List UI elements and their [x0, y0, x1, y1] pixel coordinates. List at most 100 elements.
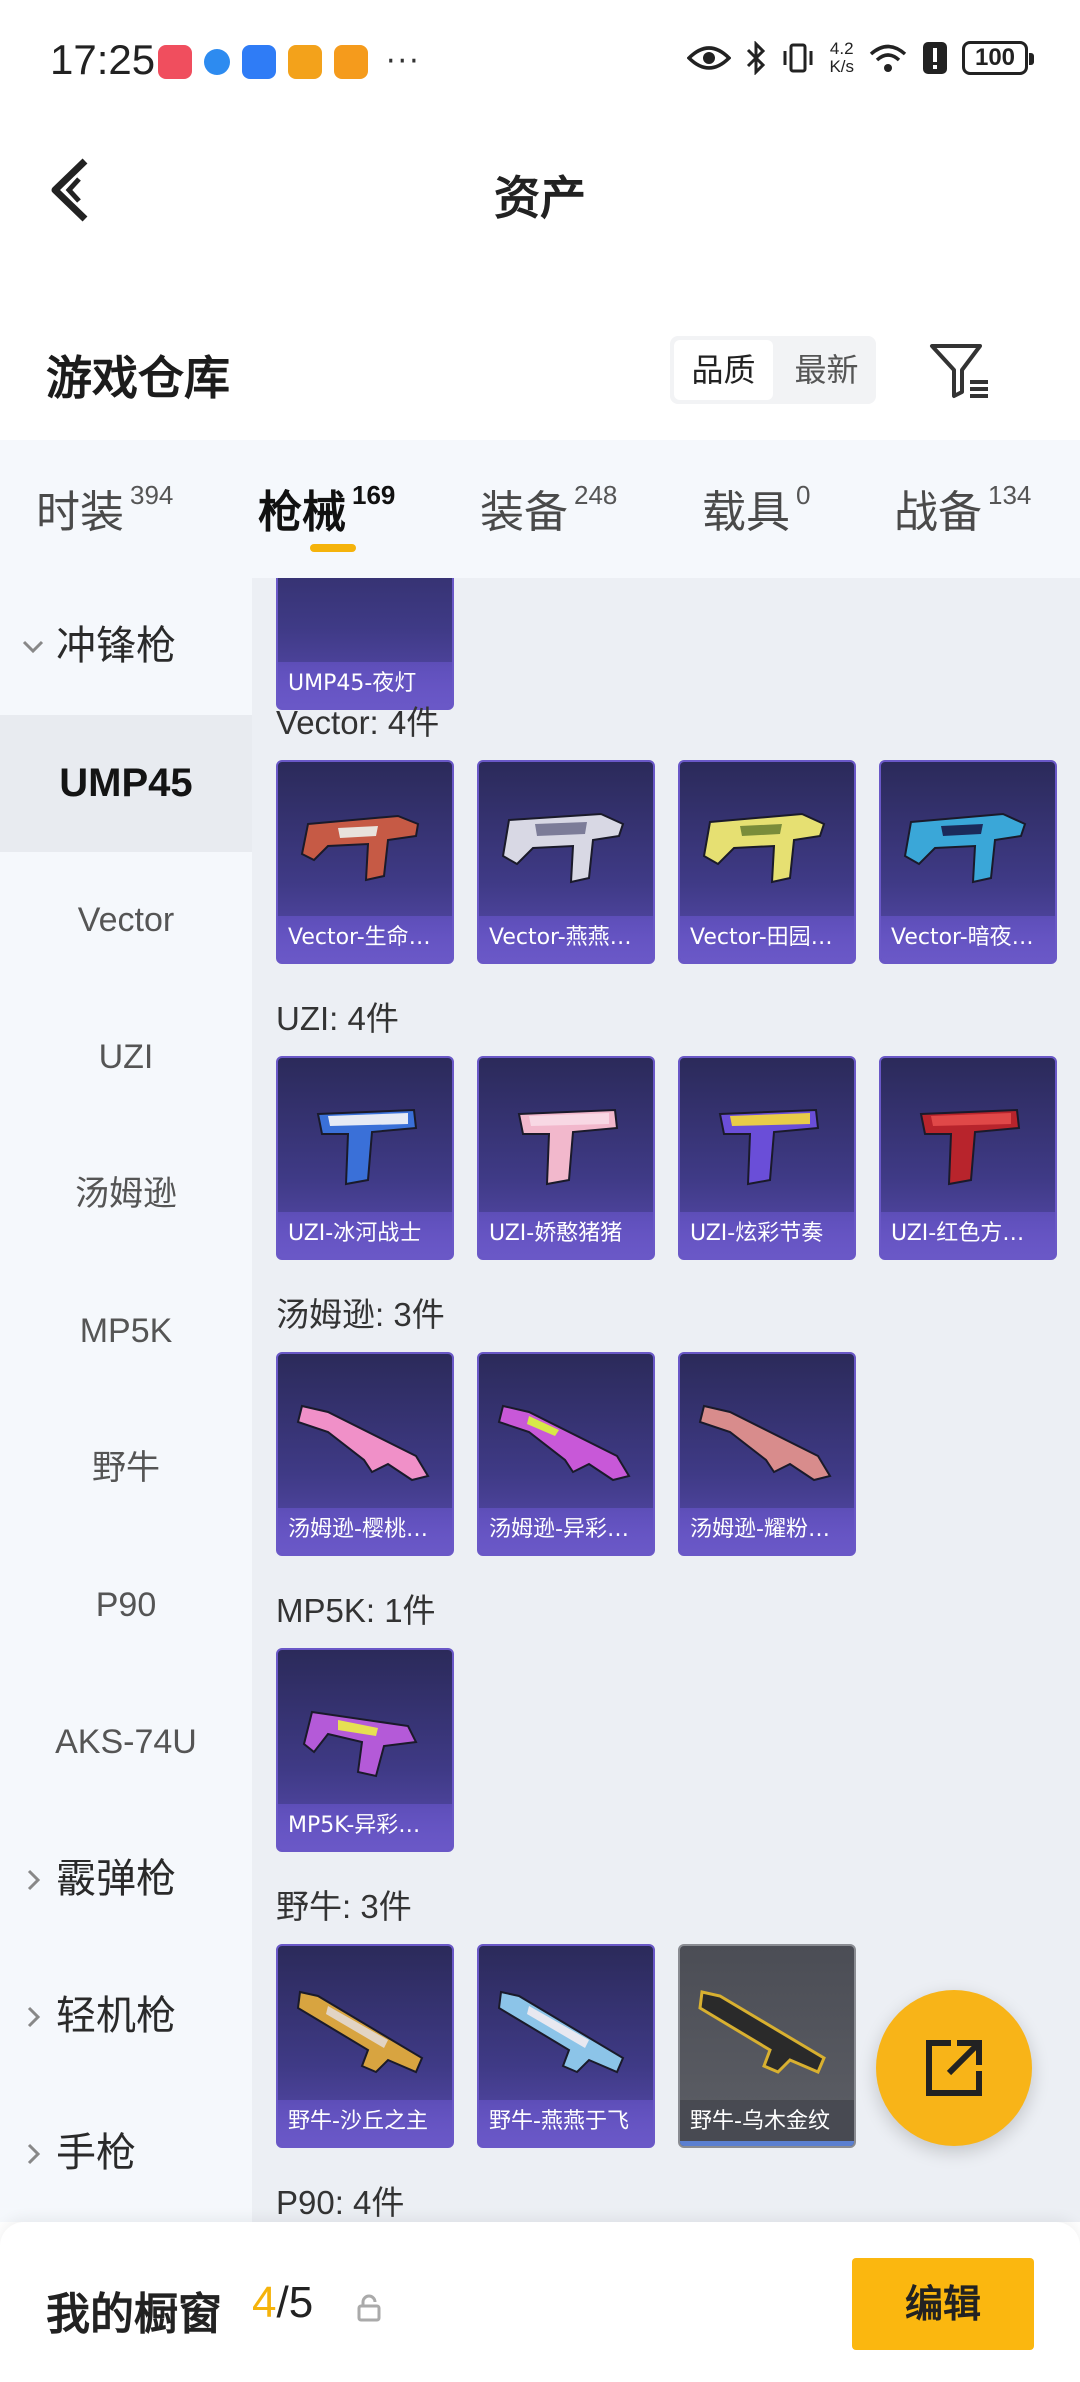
skin-card-uzi[interactable]: UZI-炫彩节奏: [678, 1056, 856, 1260]
sort-toggle: 品质 最新: [670, 336, 876, 404]
sidebar-group-label: 轻机枪: [56, 1993, 176, 2039]
sort-newest-button[interactable]: 最新: [777, 336, 876, 404]
sort-quality-button[interactable]: 品质: [674, 340, 773, 400]
sidebar-item-bison[interactable]: 野牛: [0, 1400, 252, 1537]
skin-name: 汤姆逊-异彩…: [479, 1508, 653, 1554]
sidebar-item-aks74u[interactable]: AKS-74U: [0, 1674, 252, 1811]
chevron-right-icon: [20, 1811, 46, 1954]
weapon-image: [316, 1108, 418, 1186]
tab-vehicles[interactable]: 载具 0: [702, 476, 810, 540]
filter-button[interactable]: [926, 338, 992, 404]
sidebar-group-label: 霰弹枪: [56, 1856, 176, 1902]
sidebar-group-lmg[interactable]: 轻机枪: [0, 1948, 252, 2085]
skin-card-bison[interactable]: 野牛-乌木金纹: [678, 1944, 856, 2148]
showcase-title: 我的橱窗: [46, 2289, 222, 2340]
showcase-count-total: /5: [276, 2278, 314, 2327]
filter-icon: [930, 344, 988, 398]
tab-equipment[interactable]: 装备 248: [480, 476, 617, 540]
weapon-image: [497, 1404, 631, 1482]
tab-count: 169: [352, 480, 396, 510]
weapon-image: [296, 1404, 430, 1482]
share-button[interactable]: [876, 1990, 1032, 2146]
skin-name: UZI-红色方…: [881, 1212, 1055, 1258]
skin-name: 汤姆逊-耀粉…: [680, 1508, 854, 1554]
skin-name: Vector-田园…: [680, 916, 854, 962]
skin-card-mp5k[interactable]: MP5K-异彩…: [276, 1648, 454, 1852]
sidebar-item-thompson[interactable]: 汤姆逊: [0, 1126, 252, 1263]
skin-card-bison[interactable]: 野牛-燕燕于飞: [477, 1944, 655, 2148]
weapon-image: [497, 1990, 625, 2074]
sidebar-item-vector[interactable]: Vector: [0, 852, 252, 989]
showcase-bar: 我的橱窗 4/5 编辑: [0, 2222, 1080, 2382]
tab-count: 394: [130, 480, 174, 510]
showcase-count-current: 4: [252, 2278, 277, 2327]
skin-card-thompson[interactable]: 汤姆逊-耀粉…: [678, 1352, 856, 1556]
weapon-type-sidebar: 冲锋枪 UMP45 Vector UZI 汤姆逊 MP5K 野牛 P90 AKS…: [0, 578, 252, 2222]
skin-name: 汤姆逊-樱桃…: [278, 1508, 452, 1554]
alert-icon: [923, 42, 947, 74]
sidebar-item-p90[interactable]: P90: [0, 1537, 252, 1674]
notification-icons: ···: [158, 44, 421, 79]
skin-card-vector[interactable]: Vector-生命…: [276, 760, 454, 964]
nav-bar: 资产: [0, 120, 1080, 260]
skin-name: UZI-炫彩节奏: [680, 1212, 854, 1258]
skin-card-uzi[interactable]: UZI-娇憨猪猪: [477, 1056, 655, 1260]
skin-card-thompson[interactable]: 汤姆逊-樱桃…: [276, 1352, 454, 1556]
bluetooth-app-icon: [242, 44, 276, 79]
chevron-right-icon: [20, 2085, 46, 2228]
section-title-p90: P90: 4件: [276, 2184, 405, 2221]
weapon-image: [698, 1990, 826, 2074]
weapon-image: [296, 1990, 424, 2074]
sidebar-group-pistol[interactable]: 手枪: [0, 2085, 252, 2222]
weapon-image: [698, 1404, 832, 1482]
weapon-skin-list[interactable]: UMP45-夜灯 Vector: 4件 Vector-生命… Vector-燕燕…: [252, 578, 1080, 2222]
sidebar-item-ump45[interactable]: UMP45: [0, 715, 252, 852]
section-title-uzi: UZI: 4件: [276, 1000, 399, 1037]
skin-name: UZI-冰河战士: [278, 1212, 452, 1258]
status-time: 17:25: [50, 36, 156, 83]
skin-card-vector[interactable]: Vector-田园…: [678, 760, 856, 964]
skin-card-uzi[interactable]: UZI-冰河战士: [276, 1056, 454, 1260]
sidebar-group-smg[interactable]: 冲锋枪: [0, 578, 252, 715]
app-notification-icon: [288, 44, 322, 79]
warehouse-title: 游戏仓库: [46, 351, 230, 405]
tab-firearms[interactable]: 枪械 169: [258, 476, 395, 540]
status-bar: 17:25 ··· 4.2 K/s 100: [0, 0, 1080, 120]
tab-label: 战备: [894, 487, 982, 538]
skin-name: Vector-生命…: [278, 916, 452, 962]
showcase-count: 4/5: [252, 2278, 313, 2328]
weapon-image: [517, 1108, 619, 1186]
weapon-image: [702, 812, 826, 884]
share-external-icon: [926, 2040, 982, 2096]
tab-tactical[interactable]: 战备 134: [894, 476, 1031, 540]
sidebar-group-shotgun[interactable]: 霰弹枪: [0, 1811, 252, 1948]
more-notifications-icon: ···: [386, 44, 421, 79]
skin-card-ump45[interactable]: UMP45-夜灯: [276, 578, 454, 710]
eye-icon: [687, 46, 732, 70]
tab-label: 时装: [36, 487, 124, 538]
skin-card-uzi[interactable]: UZI-红色方…: [879, 1056, 1057, 1260]
skin-name: Vector-燕燕…: [479, 916, 653, 962]
skin-card-vector[interactable]: Vector-暗夜…: [879, 760, 1057, 964]
tab-fashion[interactable]: 时装 394: [36, 476, 173, 540]
app-notification-icon: [158, 44, 192, 79]
edit-button[interactable]: 编辑: [852, 2258, 1034, 2350]
wifi-icon: [869, 44, 907, 72]
sidebar-item-mp5k[interactable]: MP5K: [0, 1263, 252, 1400]
tab-count: 0: [796, 480, 811, 510]
sidebar-item-uzi[interactable]: UZI: [0, 989, 252, 1126]
system-status: 4.2 K/s 100: [687, 40, 1034, 76]
skin-card-thompson[interactable]: 汤姆逊-异彩…: [477, 1352, 655, 1556]
weapon-image: [919, 1108, 1021, 1186]
skin-name: MP5K-异彩…: [278, 1804, 452, 1850]
sidebar-group-label: 手枪: [56, 2130, 136, 2176]
skin-card-vector[interactable]: Vector-燕燕…: [477, 760, 655, 964]
skin-name: 野牛-沙丘之主: [278, 2100, 452, 2146]
skin-name: Vector-暗夜…: [881, 916, 1055, 962]
battery-indicator: 100: [962, 41, 1034, 75]
bluetooth-icon: [747, 41, 766, 75]
category-tabs: 时装 394 枪械 169 装备 248 载具 0 战备 134: [0, 440, 1080, 578]
skin-card-bison[interactable]: 野牛-沙丘之主: [276, 1944, 454, 2148]
tab-count: 134: [988, 480, 1032, 510]
weapon-image: [302, 1710, 418, 1778]
